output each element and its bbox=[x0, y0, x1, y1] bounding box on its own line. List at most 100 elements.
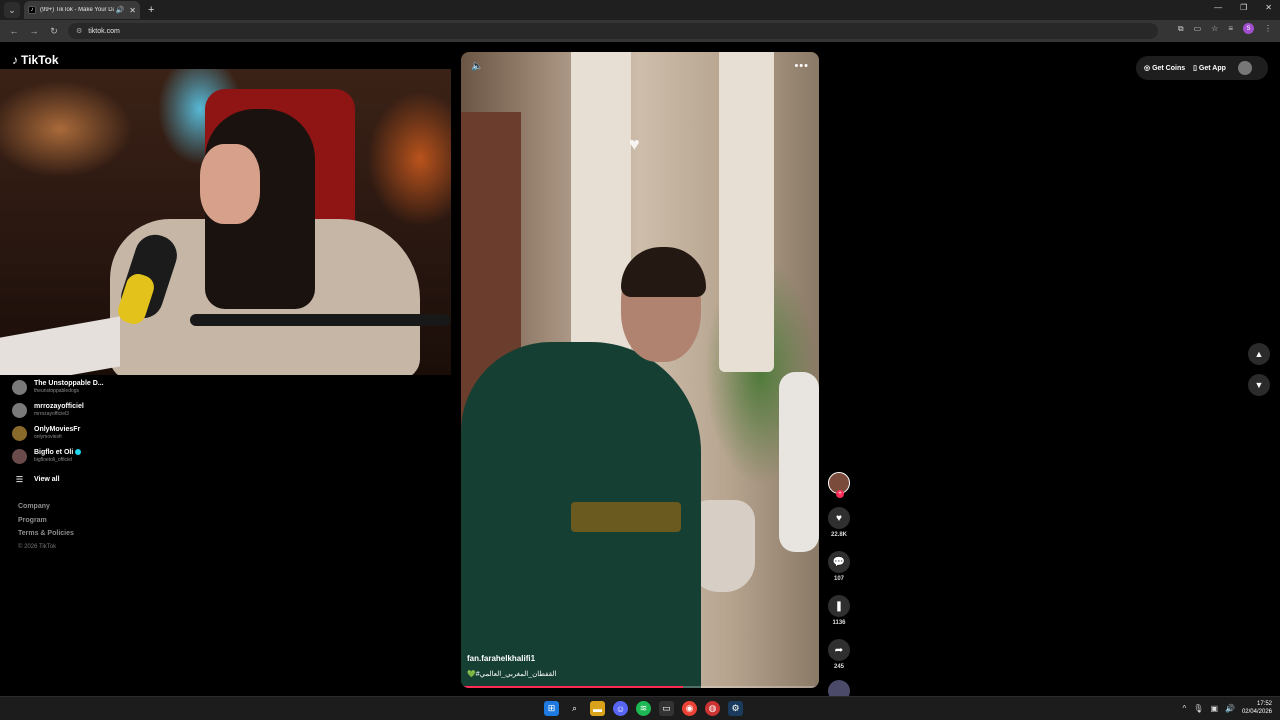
user-avatar[interactable] bbox=[1237, 61, 1252, 75]
following-account[interactable]: OnlyMoviesFr onlymoviesfr bbox=[12, 422, 212, 445]
footer-company-link[interactable]: Company bbox=[18, 503, 74, 517]
video-player[interactable]: 🔈 ••• ♥ fan.farahelkhalifi1 💚#القفطان_ال… bbox=[461, 52, 819, 688]
webcam-overlay bbox=[0, 69, 451, 375]
back-icon[interactable]: ← bbox=[8, 26, 20, 36]
address-toolbar: ← → ↻ ⚙ tiktok.com ⧉ ▭ ☆ ≡ S ⋮ bbox=[0, 20, 1280, 42]
tray-overflow-icon[interactable]: ^ bbox=[1183, 704, 1187, 713]
browser-tab[interactable]: ♪ (99+) TikTok - Make Your Day 🔊 ✕ bbox=[24, 1, 140, 19]
comment-button[interactable]: 💬 bbox=[828, 551, 850, 573]
share-button[interactable]: ➦ bbox=[828, 639, 850, 661]
streamer-face bbox=[200, 144, 260, 224]
volume-icon[interactable]: 🔈 bbox=[471, 61, 483, 72]
tab-search-button[interactable]: ⌄ bbox=[4, 2, 20, 18]
extensions-icon[interactable]: ≡ bbox=[1228, 24, 1233, 33]
chrome-icon[interactable]: ◉ bbox=[682, 701, 697, 716]
mic-arm bbox=[190, 314, 450, 326]
file-explorer-icon[interactable]: ▬ bbox=[590, 701, 605, 716]
more-options-icon[interactable]: ••• bbox=[794, 60, 809, 72]
minimize-icon[interactable]: — bbox=[1214, 3, 1222, 12]
url-text: tiktok.com bbox=[88, 27, 120, 35]
follow-plus-icon[interactable]: + bbox=[836, 490, 844, 498]
tiktok-logo[interactable]: ♪ TikTok bbox=[12, 53, 59, 67]
video-belt bbox=[571, 502, 681, 532]
cast-icon[interactable]: ▭ bbox=[1194, 24, 1202, 33]
bookmark-icon: ❚ bbox=[834, 600, 844, 612]
verified-badge-icon bbox=[75, 449, 82, 456]
account-handle: theunstoppabledogs bbox=[34, 388, 80, 394]
chevron-down-icon: ▼ bbox=[1254, 380, 1264, 390]
next-video-button[interactable]: ▼ bbox=[1248, 374, 1270, 396]
following-account[interactable]: mrrozayofficiel mrrozayofficiel3 bbox=[12, 399, 212, 422]
restore-icon[interactable]: ❐ bbox=[1240, 3, 1247, 12]
browser-tab-bar: ⌄ ♪ (99+) TikTok - Make Your Day 🔊 ✕ + —… bbox=[0, 0, 1280, 20]
speaker-icon[interactable]: 🔊 bbox=[116, 6, 125, 14]
window-controls: — ❐ ✕ bbox=[1214, 3, 1272, 12]
like-count: 22.8K bbox=[830, 532, 847, 538]
video-progress-bar[interactable] bbox=[461, 686, 819, 688]
creator-avatar[interactable]: + bbox=[828, 472, 850, 498]
profile-avatar[interactable]: S bbox=[1243, 23, 1254, 34]
following-account[interactable]: The Unstoppable D... theunstoppabledogs bbox=[12, 376, 212, 399]
logo-text: TikTok bbox=[21, 53, 59, 67]
search-icon[interactable]: ⌕ bbox=[567, 701, 582, 716]
share-count: 245 bbox=[833, 664, 844, 670]
close-tab-icon[interactable]: ✕ bbox=[129, 6, 136, 15]
following-list: The Unstoppable D... theunstoppabledogs … bbox=[12, 376, 212, 490]
save-button[interactable]: ❚ bbox=[828, 595, 850, 617]
account-name: Bigflo et Oli bbox=[34, 449, 82, 457]
comment-count: 107 bbox=[833, 576, 844, 582]
like-button[interactable]: ♥ bbox=[828, 507, 850, 529]
windows-start-icon[interactable]: ⊞ bbox=[544, 701, 559, 716]
get-coins-button[interactable]: ◎ Get Coins bbox=[1144, 64, 1185, 72]
site-info-icon[interactable]: ⚙ bbox=[76, 27, 82, 35]
account-handle: bigfloetoli_officiel bbox=[34, 457, 72, 463]
microphone-icon[interactable]: 🎙 bbox=[1193, 704, 1203, 713]
share-arrow-icon: ➦ bbox=[834, 644, 844, 656]
account-name-text: Bigflo et Oli bbox=[34, 449, 74, 456]
system-tray: ^ 🎙 ▣ 🔊 17:52 02/04/2026 bbox=[1183, 700, 1272, 716]
bookmark-star-icon[interactable]: ☆ bbox=[1211, 24, 1218, 33]
account-name: The Unstoppable D... bbox=[34, 380, 104, 387]
account-handle: mrrozayofficiel3 bbox=[34, 411, 69, 417]
comment-icon: 💬 bbox=[832, 556, 846, 568]
footer-program-link[interactable]: Program bbox=[18, 517, 74, 531]
volume-tray-icon[interactable]: 🔊 bbox=[1225, 704, 1235, 713]
toolbar-right: ⧉ ▭ ☆ ≡ S ⋮ bbox=[1178, 23, 1272, 34]
clock[interactable]: 17:52 02/04/2026 bbox=[1242, 700, 1272, 716]
spotify-icon[interactable]: ≋ bbox=[636, 701, 651, 716]
forward-icon[interactable]: → bbox=[28, 26, 40, 36]
video-caption: 💚#القفطان_المغربي_العالمي bbox=[467, 671, 557, 678]
steam-icon[interactable]: ⚙ bbox=[728, 701, 743, 716]
clock-date: 02/04/2026 bbox=[1241, 709, 1272, 715]
footer-terms-link[interactable]: Terms & Policies bbox=[18, 530, 74, 544]
heart-icon: ♥ bbox=[836, 512, 842, 524]
video-background-person bbox=[779, 372, 819, 552]
new-tab-button[interactable]: + bbox=[148, 4, 154, 16]
menu-icon[interactable]: ⋮ bbox=[1264, 24, 1272, 33]
taskbar-apps: ⊞ ⌕ ▬ ☺ ≋ ▭ ◉ ◍ ⚙ bbox=[544, 701, 743, 716]
discord-icon[interactable]: ☺ bbox=[613, 701, 628, 716]
network-icon[interactable]: ▣ bbox=[1210, 704, 1218, 713]
footer-links: Company Program Terms & Policies © 2026 … bbox=[18, 503, 74, 557]
get-app-button[interactable]: ▯ Get App bbox=[1193, 64, 1226, 72]
footer-copyright: © 2026 TikTok bbox=[18, 543, 57, 550]
translate-icon[interactable]: ⧉ bbox=[1178, 24, 1184, 34]
get-coins-label: Get Coins bbox=[1152, 65, 1186, 72]
app-icon[interactable]: ◍ bbox=[705, 701, 720, 716]
chevron-up-icon: ▲ bbox=[1254, 349, 1264, 359]
previous-video-button[interactable]: ▲ bbox=[1248, 343, 1270, 365]
video-author[interactable]: fan.farahelkhalifi1 bbox=[467, 654, 535, 663]
save-count: 1136 bbox=[832, 620, 846, 626]
view-all-button[interactable]: ☰ View all bbox=[12, 468, 212, 490]
double-tap-heart-icon: ♥ bbox=[629, 134, 640, 154]
list-icon: ☰ bbox=[15, 474, 24, 484]
url-bar[interactable]: ⚙ tiktok.com bbox=[68, 23, 1158, 39]
reload-icon[interactable]: ↻ bbox=[48, 26, 60, 37]
tiktok-page: ♪ TikTok The Unstoppable D... theunstopp… bbox=[0, 42, 1280, 702]
following-account[interactable]: Bigflo et Oli bigfloetoli_officiel bbox=[12, 445, 212, 468]
video-arch bbox=[719, 52, 774, 372]
close-window-icon[interactable]: ✕ bbox=[1265, 3, 1272, 12]
account-name: mrrozayofficiel bbox=[34, 403, 84, 410]
action-rail: + ♥ 22.8K 💬 107 ❚ 1136 ➦ 245 bbox=[826, 472, 852, 702]
terminal-icon[interactable]: ▭ bbox=[659, 701, 674, 716]
